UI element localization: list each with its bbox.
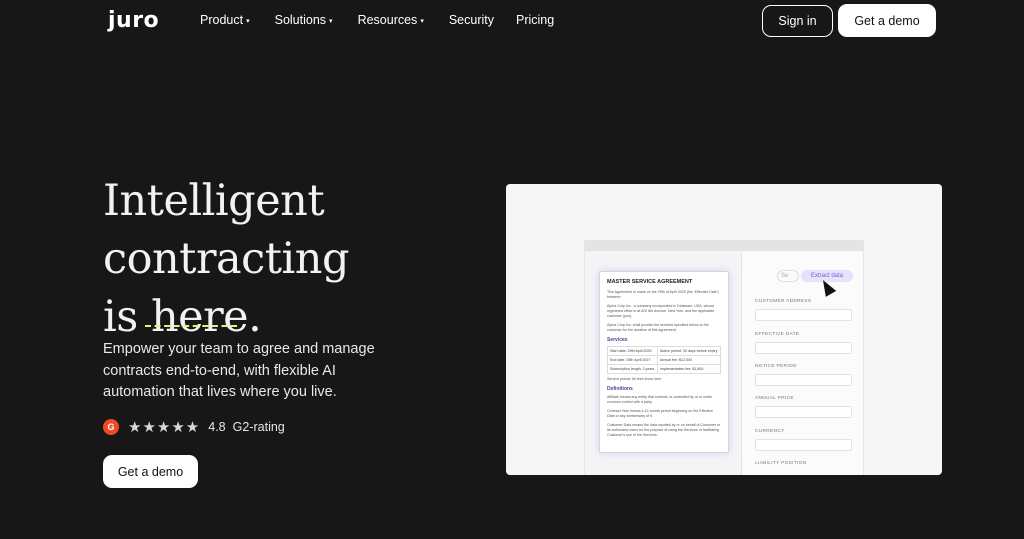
- field-label: CURRENCY: [755, 429, 785, 434]
- table-row: End date: 29th April 2027 Annual fee: $1…: [607, 355, 722, 365]
- hero-subtitle: Empower your team to agree and manage co…: [103, 341, 375, 400]
- doc-definitions-heading: Definitions: [607, 386, 633, 392]
- notice-period-input[interactable]: [755, 374, 852, 386]
- field-label: NOTICE PERIOD: [755, 364, 797, 369]
- app-top-bar: [585, 240, 863, 251]
- field-currency: CURRENCY: [755, 429, 852, 451]
- field-annual-price: ANNUAL PRICE: [755, 396, 852, 418]
- dashed-underline: [145, 325, 237, 327]
- doc-definition: Customer Data means the data inputted by…: [607, 423, 721, 437]
- document-pane: MASTER SERVICE AGREEMENT This Agreement …: [585, 251, 742, 475]
- field-label: CUSTOMER ADDRESS: [755, 299, 812, 304]
- nav-pricing-label: Pricing: [515, 13, 555, 27]
- doc-services-note: Service period: All fees show here.: [607, 377, 663, 381]
- doc-services-heading: Services: [607, 337, 628, 343]
- table-cell: End date: 29th April 2027: [607, 355, 658, 365]
- doc-definition: Contract Year means a 12-month period be…: [607, 409, 714, 418]
- nav-pricing[interactable]: Pricing: [516, 13, 554, 27]
- chevron-down-icon: ▾: [420, 17, 424, 25]
- product-preview: MASTER SERVICE AGREEMENT This Agreement …: [506, 184, 942, 475]
- annual-price-input[interactable]: [755, 406, 852, 418]
- nav-resources-label: Resources: [357, 13, 418, 27]
- get-demo-button-hero[interactable]: Get a demo: [103, 455, 198, 488]
- table-cell: Start date: 29th April 2025: [607, 346, 658, 356]
- table-row: Subscription length: 2 years Implementat…: [607, 364, 722, 374]
- customer-address-input[interactable]: [755, 309, 852, 321]
- table-cell: Implementation fee: $1,800: [656, 364, 722, 374]
- rating-label: G2-rating: [232, 420, 285, 434]
- doc-party-1: Alpha Corp Inc., a company incorporated …: [607, 304, 715, 318]
- nav-security-label: Security: [448, 13, 494, 27]
- get-demo-button-header[interactable]: Get a demo: [838, 4, 936, 37]
- field-liability-position: LIABILITY POSITION: [755, 461, 852, 471]
- chevron-down-icon: ▾: [329, 17, 333, 25]
- hero-title-line-1: Intelligent: [103, 176, 325, 226]
- extraction-form: Se Extract data CUSTOMER ADDRESS EFFECTI…: [743, 251, 863, 475]
- nav-product-label: Product: [200, 13, 244, 27]
- doc-title: MASTER SERVICE AGREEMENT: [607, 279, 693, 285]
- doc-party-2: Alpha Corp Inc. shall provide the servic…: [607, 323, 709, 332]
- table-cell: Annual fee: $12,500: [656, 355, 722, 365]
- rating-score: 4.8: [208, 420, 226, 434]
- field-label: ANNUAL PRICE: [755, 396, 794, 401]
- sign-in-button[interactable]: Sign in: [762, 5, 833, 37]
- nav-security[interactable]: Security: [449, 13, 494, 27]
- nav-solutions[interactable]: Solutions ▾: [275, 13, 333, 27]
- app-window: MASTER SERVICE AGREEMENT This Agreement …: [584, 240, 864, 475]
- nav-product[interactable]: Product ▾: [200, 13, 250, 27]
- field-label: LIABILITY POSITION: [755, 461, 807, 466]
- main-nav: Product ▾ Solutions ▾ Resources ▾ Securi…: [200, 13, 554, 27]
- g2-rating: G ★★★★★ 4.8 G2-rating: [103, 418, 285, 436]
- nav-solutions-label: Solutions: [274, 13, 327, 27]
- field-label: EFFECTIVE DATE: [755, 332, 800, 337]
- doc-intro: This Agreement is made on the 29th of Ap…: [607, 290, 719, 299]
- hero-title-line-2: contracting: [103, 234, 349, 284]
- chevron-down-icon: ▾: [246, 17, 250, 25]
- star-rating-icon: ★★★★★: [128, 419, 201, 436]
- table-cell: Subscription length: 2 years: [607, 364, 658, 374]
- effective-date-input[interactable]: [755, 342, 852, 354]
- field-search-input[interactable]: Se: [777, 270, 799, 282]
- field-effective-date: EFFECTIVE DATE: [755, 332, 852, 354]
- juro-logo[interactable]: juro: [108, 8, 159, 33]
- hero-title: Intelligent contracting is here.: [103, 172, 349, 346]
- currency-input[interactable]: [755, 439, 852, 451]
- nav-resources[interactable]: Resources ▾: [358, 13, 424, 27]
- table-cell: Notice period: 30 days before expiry: [656, 346, 722, 356]
- contract-document: MASTER SERVICE AGREEMENT This Agreement …: [599, 271, 729, 453]
- hero-title-line-3: is here.: [103, 292, 262, 342]
- doc-definition: Affiliate means any entity that controls…: [607, 395, 713, 404]
- field-notice-period: NOTICE PERIOD: [755, 364, 852, 386]
- table-row: Start date: 29th April 2025 Notice perio…: [607, 346, 722, 356]
- services-table: Start date: 29th April 2025 Notice perio…: [607, 346, 722, 374]
- g2-logo-icon: G: [103, 419, 119, 435]
- field-customer-address: CUSTOMER ADDRESS: [755, 299, 852, 321]
